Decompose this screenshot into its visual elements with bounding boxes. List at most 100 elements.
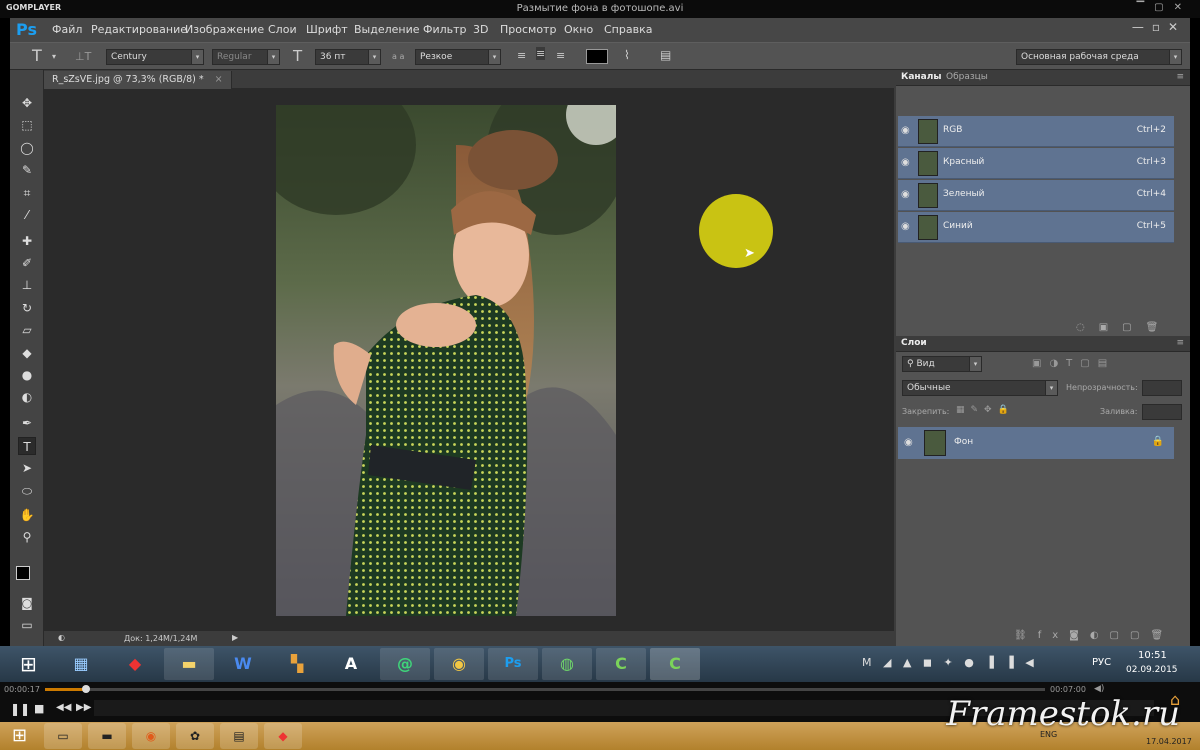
move-tool-icon[interactable]: ✥ [18,94,36,112]
mail-ru-icon[interactable]: @ [380,648,430,680]
status-zoom-icon[interactable]: ◐ [58,633,65,642]
file-explorer-icon[interactable]: ▬ [164,648,214,680]
workspace-select[interactable]: Основная рабочая среда ▾ [1016,49,1182,65]
ellipse-tool-icon[interactable]: ⬭ [18,482,36,500]
desktop-explorer-icon[interactable]: ▬ [88,723,126,749]
blur-tool-icon[interactable]: ● [18,366,36,384]
dodge-tool-icon[interactable]: ◐ [18,388,36,406]
channel-row-blue[interactable]: ◉ Синий Ctrl+5 [898,212,1174,243]
menu-view[interactable]: Просмотр [500,23,556,36]
hand-tool-icon[interactable]: ✋ [18,506,36,524]
document-tab[interactable]: R_sZsVE.jpg @ 73,3% (RGB/8) * × [44,71,232,89]
layer-kind-filter[interactable]: ⚲ Вид ▾ [902,356,982,372]
menu-image[interactable]: Изображение [185,23,264,36]
tab-swatches[interactable]: Образцы [946,72,988,82]
type-tool-icon[interactable]: T [32,46,42,65]
align-left-icon[interactable]: ≡ [517,49,526,62]
history-brush-tool-icon[interactable]: ↻ [18,299,36,317]
channels-footer-icons[interactable]: ◌▣▢🗑 [1076,322,1172,333]
next-icon[interactable]: ▶▶ [76,702,91,713]
menu-type[interactable]: Шрифт [306,23,348,36]
player-window-controls[interactable]: ▔▢✕ [1136,2,1192,13]
document-photo[interactable] [276,105,616,616]
visibility-eye-icon[interactable]: ◉ [904,437,913,448]
status-menu-arrow-icon[interactable]: ▶ [232,633,238,642]
marquee-tool-icon[interactable]: ⬚ [18,116,36,134]
desktop-monitor-icon[interactable]: ▭ [44,723,82,749]
desktop-paint-icon[interactable]: ✿ [176,723,214,749]
channel-row-rgb[interactable]: ◉ RGB Ctrl+2 [898,116,1174,147]
zoom-tool-icon[interactable]: ⚲ [18,528,36,546]
panel-menu-icon[interactable]: ≡ [1176,72,1184,82]
type-tool-icon[interactable]: T [18,437,36,455]
screen-mode-icon[interactable]: ▭ [18,616,36,634]
menu-select[interactable]: Выделение [354,23,420,36]
channel-row-red[interactable]: ◉ Красный Ctrl+3 [898,148,1174,179]
quick-select-tool-icon[interactable]: ✎ [18,161,36,179]
app-green-icon[interactable]: ◍ [542,648,592,680]
seek-bar[interactable] [45,685,1045,693]
start-icon[interactable]: ⊞ [20,652,37,676]
paint-bucket-tool-icon[interactable]: ◆ [18,344,36,362]
lasso-tool-icon[interactable]: ◯ [18,139,36,157]
antialias-select[interactable]: Резкое ▾ [415,49,501,65]
app-tiles-icon[interactable]: ▚ [272,648,322,680]
camtasia-recorder-icon[interactable]: C [650,648,700,680]
visibility-eye-icon[interactable]: ◉ [901,221,910,232]
menu-layer[interactable]: Слои [268,23,297,36]
visibility-eye-icon[interactable]: ◉ [901,125,910,136]
eraser-tool-icon[interactable]: ▱ [18,321,36,339]
quick-mask-icon[interactable]: ◙ [18,594,36,612]
eyedropper-tool-icon[interactable]: ⁄ [18,206,36,224]
channel-row-green[interactable]: ◉ Зеленый Ctrl+4 [898,180,1174,211]
pause-icon[interactable]: ❚❚ [10,702,30,716]
text-color-swatch[interactable] [586,49,608,64]
previous-icon[interactable]: ◀◀ [56,702,71,713]
path-selection-tool-icon[interactable]: ➤ [18,459,36,477]
ps-window-controls[interactable]: —▫✕ [1132,20,1186,34]
font-style-select[interactable]: Regular ▾ [212,49,280,65]
character-panel-icon[interactable]: ▤ [660,48,671,62]
close-tab-icon[interactable]: × [215,74,223,85]
tool-preset-chevron-icon[interactable]: ▾ [52,52,56,61]
layer-row-background[interactable]: ◉ Фон 🔒 [898,427,1174,459]
visibility-eye-icon[interactable]: ◉ [901,189,910,200]
menu-help[interactable]: Справка [604,23,652,36]
text-orientation-icon[interactable]: ⊥T [75,50,91,63]
calculator-icon[interactable]: ▦ [56,648,106,680]
tab-layers[interactable]: Слои [901,338,927,348]
clock-date[interactable]: 02.09.2015 [1126,665,1178,675]
app-red-icon[interactable]: ◆ [110,648,160,680]
healing-brush-tool-icon[interactable]: ✚ [18,232,36,250]
menu-file[interactable]: Файл [52,23,82,36]
font-family-select[interactable]: Century ▾ [106,49,204,65]
canvas-area[interactable]: ➤ [44,89,894,630]
visibility-eye-icon[interactable]: ◉ [901,157,910,168]
panel-menu-icon[interactable]: ≡ [1176,338,1184,348]
align-right-icon[interactable]: ≡ [556,49,565,62]
desktop-firefox-icon[interactable]: ◉ [132,723,170,749]
layer-filter-icons[interactable]: ▣◑T▢▤ [1032,358,1115,369]
clone-stamp-tool-icon[interactable]: ⊥ [18,276,36,294]
desktop-gom-icon[interactable]: ◆ [264,723,302,749]
desktop-studio-icon[interactable]: ▤ [220,723,258,749]
word-icon[interactable]: W [218,648,268,680]
tab-channels[interactable]: Каналы [901,72,941,82]
app-a-icon[interactable]: A [326,648,376,680]
volume-icon[interactable]: ◀) [1094,684,1104,694]
lock-icons[interactable]: ▦✎✥🔒 [956,405,1015,415]
windows-start-icon[interactable]: ⊞ [12,725,27,746]
align-center-icon[interactable]: ≡ [536,47,546,60]
layers-footer-icons[interactable]: ⛓fx◙◐▢▢🗑 [1014,630,1174,641]
blend-mode-select[interactable]: Обычные ▾ [902,380,1058,396]
pen-tool-icon[interactable]: ✒ [18,414,36,432]
foreground-color-swatch[interactable] [16,566,30,580]
opacity-input[interactable] [1142,380,1182,396]
seek-handle[interactable] [82,685,90,693]
crop-tool-icon[interactable]: ⌗ [18,184,36,202]
clock-time[interactable]: 10:51 [1138,650,1167,661]
menu-3d[interactable]: 3D [473,23,488,36]
camtasia-icon[interactable]: C [596,648,646,680]
warp-text-icon[interactable]: ⌇ [624,48,630,62]
menu-filter[interactable]: Фильтр [423,23,467,36]
